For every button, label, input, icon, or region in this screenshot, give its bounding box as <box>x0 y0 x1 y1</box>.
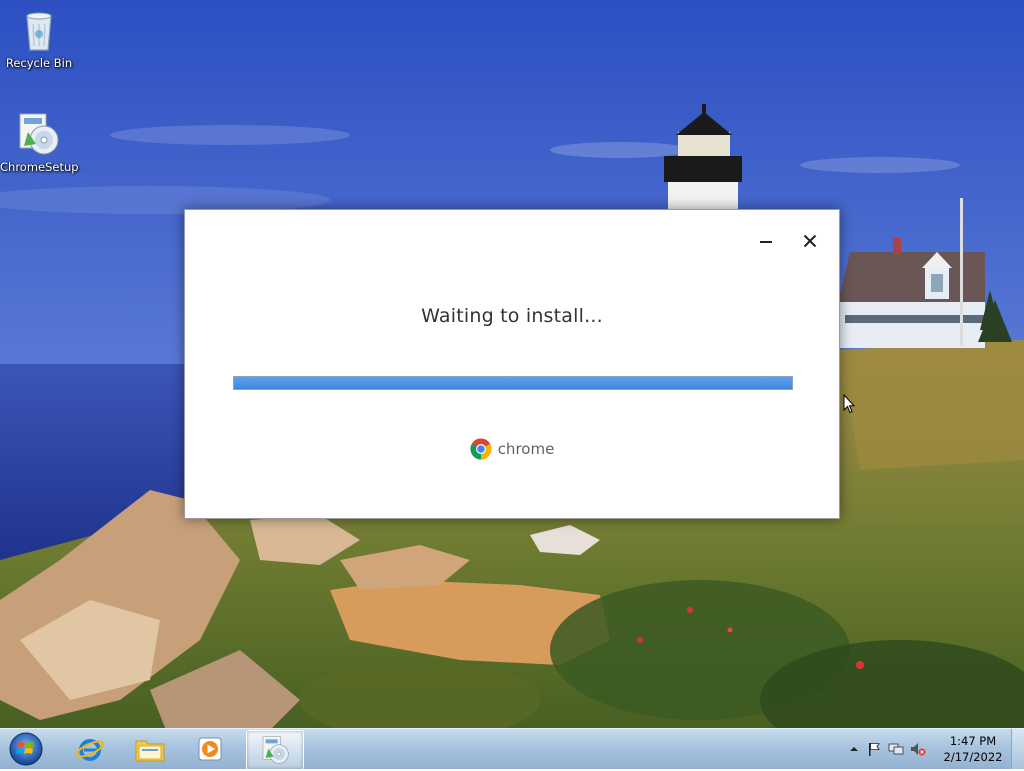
volume-muted-icon[interactable] <box>910 741 926 757</box>
mouse-cursor-icon <box>843 393 856 418</box>
internet-explorer-icon <box>76 739 104 761</box>
chrome-installer-dialog: Waiting to install... chrome <box>184 209 840 519</box>
taskbar-file-explorer[interactable] <box>122 730 178 768</box>
minimize-icon <box>760 241 772 243</box>
install-progress-bar <box>233 376 793 390</box>
chrome-brand: chrome <box>185 438 839 460</box>
network-icon[interactable] <box>888 741 904 757</box>
close-icon <box>803 234 817 248</box>
action-center-flag-icon[interactable] <box>866 741 882 757</box>
media-player-icon <box>198 737 222 761</box>
show-hidden-icons-chevron[interactable] <box>846 741 862 757</box>
start-button[interactable] <box>6 731 46 767</box>
taskbar-media-player[interactable] <box>182 730 238 768</box>
show-desktop-button[interactable] <box>1011 729 1024 769</box>
desktop-icon-chromesetup[interactable]: ChromeSetup <box>0 110 79 174</box>
desktop-icon-label: ChromeSetup <box>0 160 79 174</box>
clock-time: 1:47 PM <box>949 734 997 748</box>
close-button[interactable] <box>797 228 823 254</box>
chrome-logo-icon <box>470 438 492 460</box>
taskbar: 1:47 PM 2/17/2022 <box>0 728 1024 770</box>
taskbar-chrome-setup[interactable] <box>246 730 304 770</box>
installer-icon <box>262 736 289 764</box>
folder-icon <box>135 740 165 762</box>
windows-start-icon <box>9 732 43 766</box>
desktop-icon-recycle-bin[interactable]: Recycle Bin <box>1 6 77 70</box>
clock-date: 2/17/2022 <box>943 750 1003 764</box>
install-status-text: Waiting to install... <box>421 305 603 327</box>
chrome-wordmark: chrome <box>497 440 555 458</box>
progress-fill <box>234 377 792 389</box>
desktop-icon-label: Recycle Bin <box>5 56 73 70</box>
system-tray: 1:47 PM 2/17/2022 <box>842 729 1024 769</box>
minimize-button[interactable] <box>753 228 779 254</box>
taskbar-internet-explorer[interactable] <box>62 730 118 768</box>
clock[interactable]: 1:47 PM 2/17/2022 <box>940 733 1006 765</box>
recycle-bin-icon <box>15 6 63 54</box>
installer-icon <box>14 110 62 158</box>
